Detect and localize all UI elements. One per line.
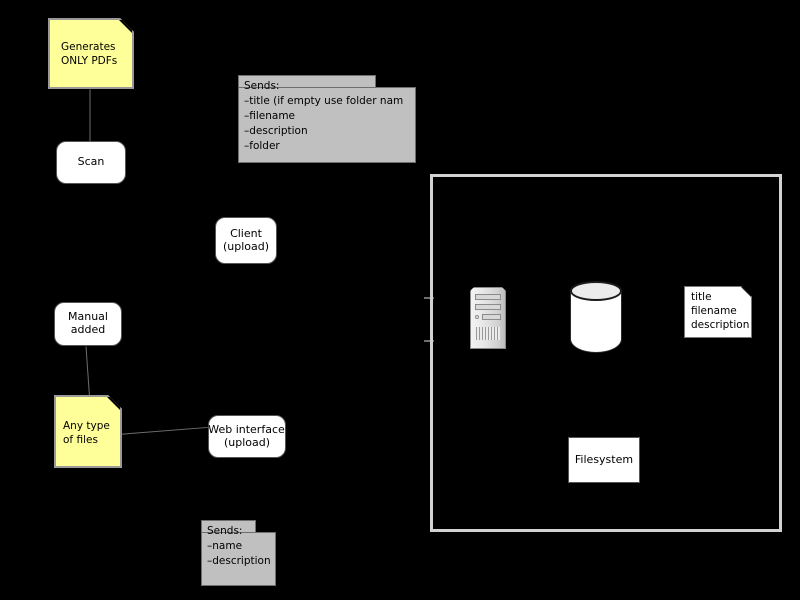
note-anytype-line2: of files	[63, 433, 98, 446]
node-web-label-line2: (upload)	[223, 435, 271, 449]
node-web-interface-upload[interactable]: Web interface (upload)	[208, 415, 286, 458]
note-any-type-of-files: Any type of files	[54, 395, 122, 468]
database-cylinder-top	[570, 281, 622, 301]
node-scan[interactable]: Scan	[56, 141, 126, 184]
note-generates-line2: ONLY PDFs	[61, 54, 118, 67]
connector-anytype-to-webinterface	[117, 426, 208, 435]
note-anytype-line1: Any type	[63, 420, 110, 432]
node-client-upload[interactable]: Client (upload)	[215, 217, 277, 264]
node-client-label-line2: (upload)	[222, 239, 270, 253]
node-filesystem[interactable]: Filesystem	[568, 437, 640, 483]
server-vent-grille	[476, 327, 500, 340]
note-generates-only-pdfs: Generates ONLY PDFs	[48, 18, 134, 89]
server-power-led-icon	[475, 315, 479, 319]
note-sends-client-upload: Sends: –title (if empty use folder nam –…	[238, 75, 416, 163]
node-scan-label: Scan	[77, 155, 105, 169]
server-drive-bay-1	[475, 294, 501, 300]
server-drive-bay-3	[482, 314, 501, 320]
note-sends-web-text: Sends: –name –description	[207, 525, 271, 567]
node-manual-added[interactable]: Manual added	[54, 302, 122, 346]
database-cylinder-icon	[570, 281, 622, 353]
connector-manual-to-anytype	[85, 346, 91, 399]
connector-pdfnote-to-scan	[89, 89, 91, 144]
node-filesystem-label: Filesystem	[574, 452, 634, 466]
note-sends-web-upload: Sends: –name –description	[201, 520, 276, 586]
diagram-canvas: Generates ONLY PDFs Any type of files Se…	[0, 0, 800, 600]
note-record-fields-text: title filename description	[691, 291, 750, 331]
note-generates-line1: Generates	[61, 41, 116, 53]
server-drive-bay-2	[475, 304, 501, 310]
note-record-fields: title filename description	[684, 286, 752, 338]
note-sends-client-text: Sends: –title (if empty use folder nam –…	[244, 80, 404, 152]
node-client-label-line1: Client	[230, 226, 262, 240]
node-manual-label-line2: added	[70, 323, 106, 336]
note-fold-corner-icon	[118, 19, 133, 34]
node-web-label-line1: Web interface	[208, 422, 285, 436]
note-fold-corner-icon	[106, 396, 121, 411]
server-tower-icon	[470, 287, 506, 349]
